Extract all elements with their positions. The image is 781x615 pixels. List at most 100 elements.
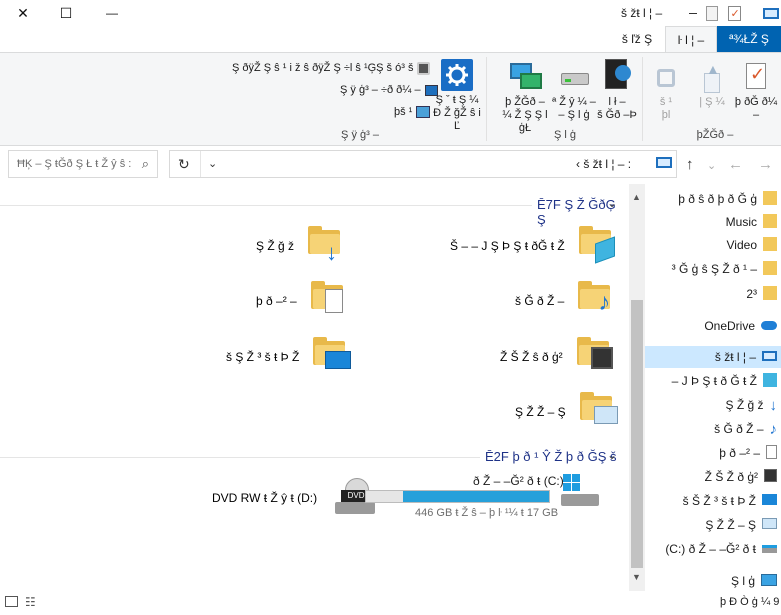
nav-item-label: š Ğ ð Ž –: [714, 422, 764, 436]
qat-dropdown[interactable]: [688, 4, 698, 22]
c-drive-item[interactable]: ð Ž – –Ğ² ð ŧ (C:) 446 GB ŧ Ž ŝ – þ ŀ ¹¼…: [365, 472, 605, 522]
address-separator: [200, 151, 201, 177]
status-count: þ Ð Ò ģ ¼ 9: [720, 596, 780, 608]
ribbon-tabs: ? ︿ š ľž Ş ŀ l ¦ – ª¾ŁŽ Ş: [0, 26, 781, 73]
address-bar[interactable]: ↻ ⌄ ‹ š žŧ l ¦ – :: [169, 150, 677, 178]
ribbon-add-network-location[interactable]: Ş ÿ ģ³ – ÷ð ð¼ –: [340, 81, 438, 99]
status-bar: ☷: [0, 591, 645, 615]
collapse-chevron-icon[interactable]: ⌄: [607, 196, 617, 210]
ribbon-disconnect[interactable]: þš ¹: [394, 103, 431, 121]
folder-item[interactable]: š Ş Ž ³ š ŧ Þ Ž: [226, 337, 353, 377]
qat-properties[interactable]: ✓: [726, 4, 742, 22]
onedrive-cloud-icon: [761, 319, 777, 333]
scroll-down-icon[interactable]: ▼: [632, 572, 641, 582]
nav-item[interactable]: Music: [645, 211, 781, 233]
nav-item-label: Music: [725, 215, 757, 229]
minimize-button[interactable]: —: [89, 0, 135, 26]
ribbon-system-3[interactable]: ✓ þ ðĞ ð¼ –: [734, 61, 778, 122]
nav-item[interactable]: Video: [645, 234, 781, 256]
ribbon-open-settings[interactable]: Ş ˇ ŧ Ş ¼ Đ Ž ğŽ ŝ i Ľ: [432, 59, 482, 133]
drives-header[interactable]: Ē2F þ ð ¹ Ŷ Ž þ ð ĞŞ š: [485, 449, 617, 464]
folder-item[interactable]: Š – – J Ş Þ Ş ŧ ðĞ ŧ Ž: [450, 226, 619, 266]
folder-icon: [763, 285, 777, 303]
monitor-icon: [763, 7, 779, 19]
folder-item[interactable]: Ž Š Ž ŝ ð ģ²: [500, 337, 617, 377]
folder-downloads-icon: ↓: [308, 226, 348, 266]
search-input[interactable]: ĦĶ – Ş ŧĞð Ş Ł ŧ Ž ŷ ŝ : ⌕: [8, 150, 158, 178]
recent-dropdown-icon[interactable]: ⌄: [707, 159, 716, 172]
nav-item[interactable]: š Š Ž ³ š ŧ Þ Ž: [645, 490, 781, 512]
folder-item[interactable]: Ş Ž Ž – Ş: [515, 392, 620, 432]
pictures-icon: [762, 518, 777, 532]
nav-item-label: þ ð –² –: [719, 446, 760, 460]
nav-item[interactable]: ³ Ğ ģ ŝ Ş Ž ð ¹ –: [645, 258, 781, 280]
up-arrow-icon[interactable]: ↑: [686, 156, 694, 173]
nav-item[interactable]: 2³: [645, 283, 781, 305]
upload-icon: ▲: [697, 62, 727, 93]
nav-item[interactable]: Ž Š Ž ð ģ²: [645, 466, 781, 488]
nav-item[interactable]: Ş Ž Ž – Ş: [645, 514, 781, 536]
tab-file[interactable]: ª¾ŁŽ Ş: [717, 26, 781, 52]
pc-icon: [656, 157, 672, 168]
tab-computer[interactable]: ŀ l ¦ –: [665, 26, 717, 53]
gear-icon: [441, 59, 473, 91]
ribbon-system-2[interactable]: ▲ | Ş ¼: [692, 62, 732, 109]
ribbon-location-2[interactable]: ª Ž ŷ ¼ – – Ş l ģ: [552, 61, 596, 122]
folder-item[interactable]: ↓ Ş Ž ğ ž: [256, 226, 348, 266]
scroll-thumb[interactable]: [631, 300, 643, 568]
folder-videos-icon: [576, 337, 617, 377]
forward-arrow-icon[interactable]: ←: [728, 156, 743, 173]
folder-item[interactable]: þ ð –² –: [256, 281, 351, 321]
windows-drive-icon: [559, 472, 603, 508]
ribbon-separator: [642, 57, 643, 141]
folder-3d-icon: [578, 226, 619, 266]
nav-item[interactable]: ↓ Ş Ž ğ ž: [645, 394, 781, 416]
local-disk-icon: [762, 542, 777, 556]
folder-item[interactable]: ♪ š Ğ ð Ž –: [515, 281, 618, 321]
collapse-chevron-icon[interactable]: ⌄: [607, 448, 617, 462]
address-path: ‹ š žŧ l ¦ – :: [576, 157, 632, 171]
ribbon-location-1[interactable]: þ ŽĞð – ¼ Ž Ş Ş l ģŁ: [500, 61, 550, 135]
3d-objects-icon: [763, 372, 777, 390]
nav-item-label: Ş Ž Ž – Ş: [705, 518, 756, 532]
pc-icon: [762, 350, 777, 364]
doc-icon: [706, 5, 718, 21]
nav-item[interactable]: (C:) ð Ž – –Ğ² ð ŧ: [645, 538, 781, 560]
qat-pc[interactable]: [762, 4, 780, 22]
nav-item-label: Ž Š Ž ð ģ²: [704, 470, 758, 484]
search-placeholder: ĦĶ – Ş ŧĞð Ş Ł ŧ Ž ŷ ŝ :: [17, 158, 132, 170]
scroll-up-icon[interactable]: ▲: [632, 192, 641, 202]
nav-item[interactable]: ♪ š Ğ ð Ž –: [645, 418, 781, 440]
large-icons-view-icon[interactable]: [5, 596, 18, 607]
network-drive-icon: [417, 61, 431, 75]
back-arrow-icon[interactable]: →: [758, 156, 773, 173]
address-dropdown-icon[interactable]: ⌄: [208, 157, 217, 170]
folder-music-icon: ♪: [578, 281, 618, 321]
minimize-icon: —: [106, 6, 118, 20]
group-line: [0, 205, 532, 206]
group-label-location: Ş l ģ: [553, 129, 576, 141]
close-button[interactable]: ✕: [0, 0, 46, 26]
tab-view[interactable]: š ľž Ş: [609, 26, 665, 52]
dvd-drive-item[interactable]: DVD DVD RW ŧ Ž ŷ ŧ (D:): [212, 476, 379, 520]
nav-item[interactable]: þ ð ŝ ð þ ð Ğ ģ: [645, 188, 781, 210]
c-drive-usage-bar: [365, 490, 550, 503]
details-view-icon[interactable]: ☷: [25, 595, 36, 609]
maximize-button[interactable]: ☐: [43, 0, 89, 26]
nav-item[interactable]: Ş l ģ: [645, 570, 781, 592]
folder-icon: [763, 213, 777, 231]
ribbon-separator: [486, 57, 487, 141]
nav-item[interactable]: þ ð –² –: [645, 442, 781, 464]
ribbon-map-network-drive[interactable]: Ş ðÿŽ Ş ŝ ¹ i ž ŝ ðÿŽ Ş ÷l ŝ ¹ĢŞ š ó³ š: [232, 59, 431, 77]
nav-item[interactable]: OneDrive: [645, 315, 781, 337]
downloads-icon: ↓: [769, 396, 778, 414]
nav-item[interactable]: š žŧ l ¦ –: [645, 346, 781, 368]
qat-doc[interactable]: [705, 4, 719, 22]
media-icon: [601, 59, 633, 93]
ribbon-system-1[interactable]: š ¹ þl: [648, 63, 684, 122]
refresh-icon[interactable]: ↻: [178, 156, 190, 173]
main-scrollbar[interactable]: ▲ ▼: [629, 184, 645, 591]
ribbon-location-3[interactable]: l ł – š Ğð –Þ: [597, 59, 637, 122]
nav-item[interactable]: – J Þ Ş ŧ ð Ğ ŧ Ž: [645, 370, 781, 392]
documents-icon: [766, 444, 777, 462]
